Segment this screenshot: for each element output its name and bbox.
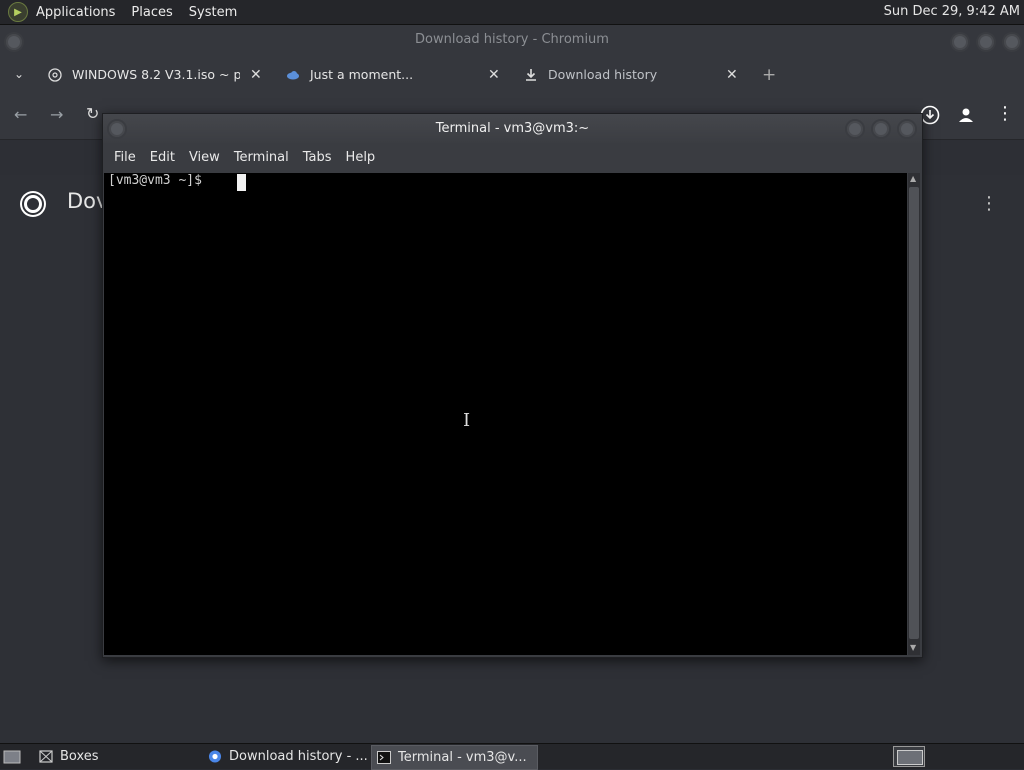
menu-view[interactable]: View bbox=[182, 143, 227, 172]
clock[interactable]: Sun Dec 29, 9:42 AM bbox=[884, 4, 1020, 19]
tab-close-icon[interactable]: ✕ bbox=[726, 59, 738, 91]
taskbar-item-boxes[interactable]: Boxes bbox=[34, 745, 202, 768]
tab-close-icon[interactable]: ✕ bbox=[250, 59, 262, 91]
boxes-icon bbox=[39, 750, 53, 763]
workspace-switcher[interactable] bbox=[893, 746, 925, 767]
text-cursor bbox=[237, 174, 246, 191]
download-icon bbox=[526, 69, 536, 81]
taskbar-item-label: Download history - ... bbox=[229, 749, 368, 764]
applications-menu[interactable]: Applications bbox=[28, 5, 123, 20]
places-menu[interactable]: Places bbox=[123, 5, 180, 20]
menu-help[interactable]: Help bbox=[339, 143, 383, 172]
shell-prompt: [vm3@vm3 ~]$ bbox=[108, 173, 210, 188]
close-button[interactable] bbox=[1002, 32, 1022, 52]
close-button[interactable] bbox=[897, 119, 917, 139]
taskbar-item-label: Boxes bbox=[60, 749, 99, 764]
taskbar: Boxes Download history - ... Terminal - … bbox=[0, 743, 1024, 770]
maximize-button[interactable] bbox=[976, 32, 996, 52]
menu-tabs[interactable]: Tabs bbox=[296, 143, 339, 172]
terminal-output[interactable]: [vm3@vm3 ~]$ bbox=[104, 173, 907, 655]
taskbar-item-terminal[interactable]: Terminal - vm3@v... bbox=[371, 745, 538, 770]
tab-just-a-moment[interactable]: Just a moment... bbox=[286, 59, 476, 91]
menu-file[interactable]: File bbox=[107, 143, 143, 172]
terminal-window-title: Terminal - vm3@vm3:~ bbox=[435, 121, 590, 136]
terminal-titlebar[interactable]: Terminal - vm3@vm3:~ bbox=[103, 114, 922, 143]
scroll-down-arrow-icon[interactable]: ▼ bbox=[910, 643, 916, 652]
cloud-icon bbox=[287, 71, 299, 80]
top-panel: ▶ Applications Places System Sun Dec 29,… bbox=[0, 0, 1024, 25]
maximize-button[interactable] bbox=[871, 119, 891, 139]
distro-logo-icon[interactable]: ▶ bbox=[8, 2, 28, 22]
scroll-up-arrow-icon[interactable]: ▲ bbox=[910, 174, 916, 183]
chromium-icon bbox=[208, 750, 222, 763]
menu-terminal[interactable]: Terminal bbox=[227, 143, 296, 172]
tab-label: Just a moment... bbox=[310, 67, 414, 82]
chrome-logo-icon bbox=[20, 191, 46, 217]
tab-label: WINDOWS 8.2 V3.1.iso ~ pix bbox=[72, 67, 240, 82]
taskbar-item-label: Terminal - vm3@v... bbox=[398, 750, 527, 765]
page-more-icon[interactable]: ⋮ bbox=[980, 193, 998, 214]
terminal-scrollbar[interactable]: ▲ ▼ bbox=[908, 173, 920, 655]
minimize-button[interactable] bbox=[845, 119, 865, 139]
tab-close-icon[interactable]: ✕ bbox=[488, 59, 500, 91]
terminal-window: Terminal - vm3@vm3:~ File Edit View Term… bbox=[102, 113, 923, 658]
window-menu-button[interactable] bbox=[4, 32, 24, 52]
chromium-titlebar[interactable]: Download history - Chromium bbox=[0, 25, 1024, 55]
profile-icon[interactable] bbox=[956, 105, 976, 125]
window-menu-button[interactable] bbox=[107, 119, 127, 139]
terminal-icon bbox=[377, 751, 391, 764]
terminal-menubar: File Edit View Terminal Tabs Help bbox=[103, 143, 922, 172]
reload-icon[interactable]: ↻ bbox=[86, 104, 99, 123]
chromium-window-title: Download history - Chromium bbox=[415, 32, 609, 47]
new-tab-button[interactable]: + bbox=[762, 59, 776, 91]
mouse-ibeam-cursor-icon: I bbox=[463, 410, 471, 431]
tab-strip: ⌄ WINDOWS 8.2 V3.1.iso ~ pix ✕ Just a mo… bbox=[0, 55, 1024, 93]
menu-kebab-icon[interactable]: ⋮ bbox=[996, 103, 1014, 124]
taskbar-item-chromium[interactable]: Download history - ... bbox=[203, 745, 369, 768]
downloads-icon[interactable] bbox=[920, 105, 940, 125]
globe-icon bbox=[48, 68, 62, 82]
menu-edit[interactable]: Edit bbox=[143, 143, 182, 172]
tab-search-chevron-icon[interactable]: ⌄ bbox=[14, 67, 24, 81]
show-desktop-icon[interactable] bbox=[3, 749, 21, 765]
tab-label: Download history bbox=[548, 67, 658, 82]
tab-download-history[interactable]: Download history bbox=[524, 59, 714, 91]
forward-arrow-icon[interactable]: → bbox=[50, 105, 63, 124]
system-menu[interactable]: System bbox=[181, 5, 245, 20]
tab-windows-iso[interactable]: WINDOWS 8.2 V3.1.iso ~ pix bbox=[48, 59, 240, 91]
scrollbar-thumb[interactable] bbox=[909, 187, 919, 639]
minimize-button[interactable] bbox=[950, 32, 970, 52]
workspace-1[interactable] bbox=[897, 750, 923, 765]
back-arrow-icon[interactable]: ← bbox=[14, 105, 27, 124]
